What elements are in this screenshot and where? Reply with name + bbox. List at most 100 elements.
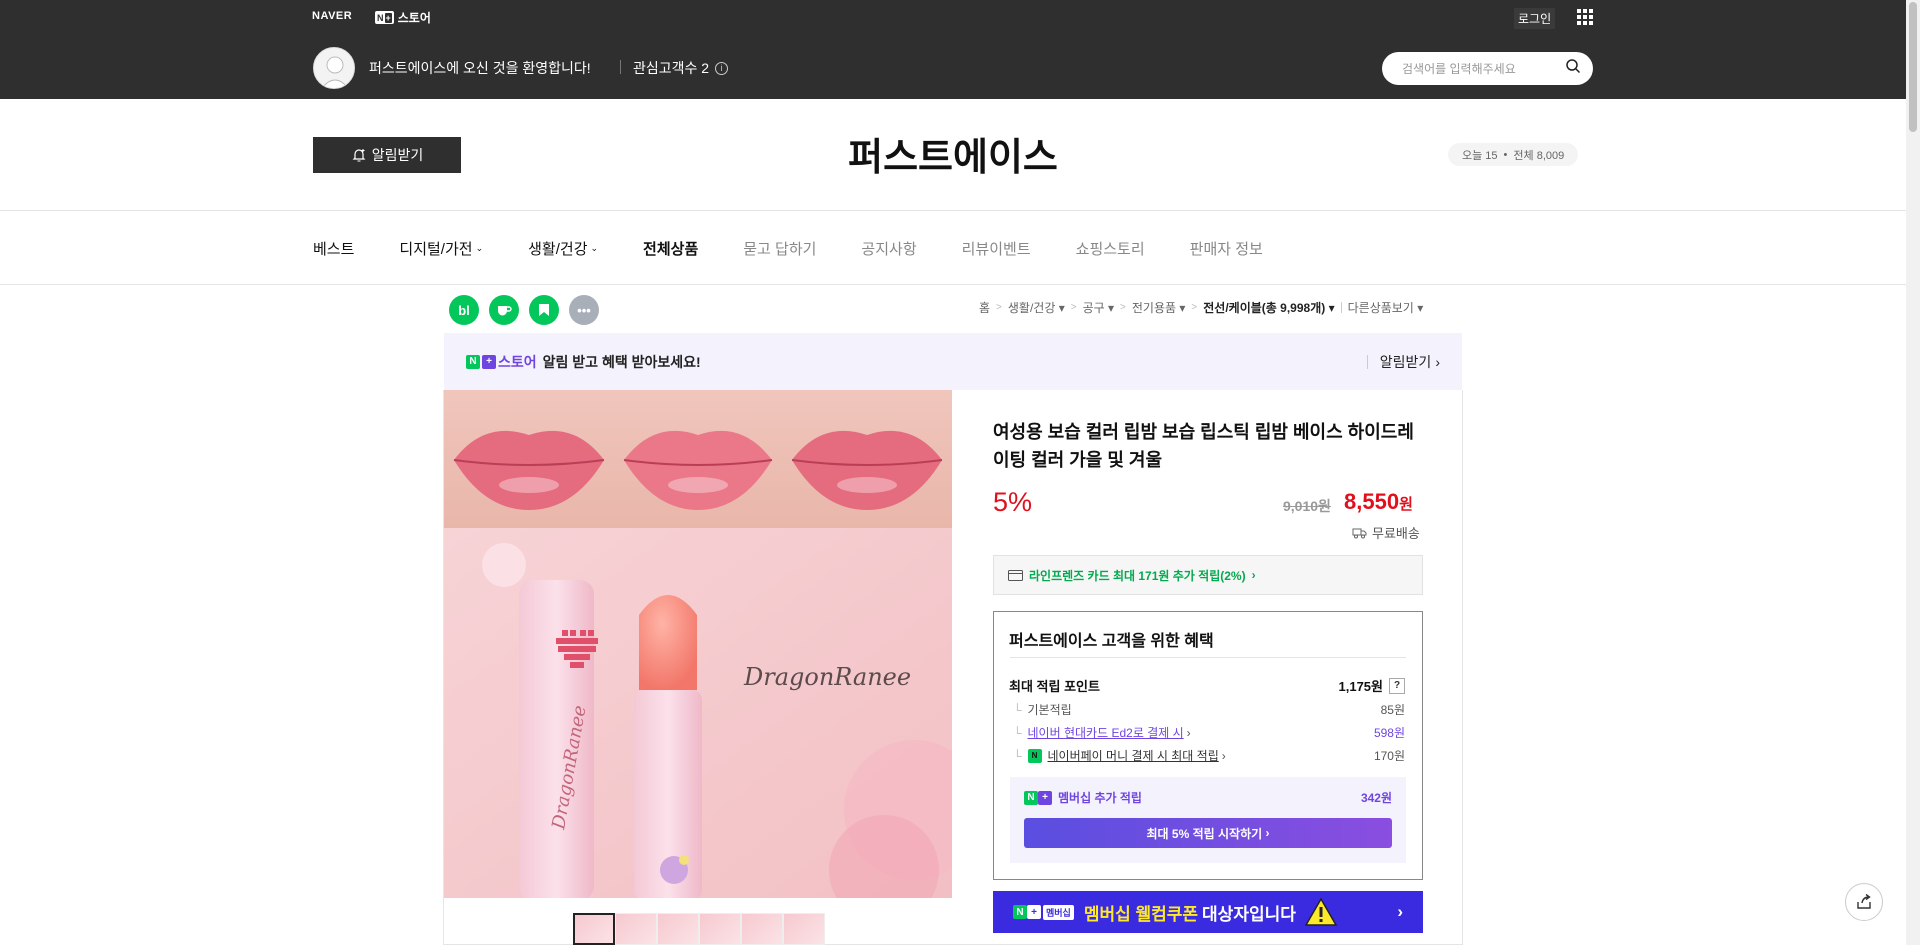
header-rule: [0, 210, 1906, 211]
store-title[interactable]: 퍼스트에이스: [0, 126, 1906, 181]
banner-alarm-link[interactable]: 알림받기 ›: [1366, 352, 1440, 372]
naver-n-icon: N: [466, 354, 480, 369]
nav-item-seller-info[interactable]: 판매자 정보: [1190, 238, 1263, 259]
chevron-right-icon: >: [1191, 302, 1198, 313]
chevron-right-icon: ›: [1251, 568, 1256, 582]
store-avatar: [313, 47, 355, 89]
chevron-down-icon: ⌄: [475, 243, 484, 253]
discount-rate: 5%: [993, 487, 1033, 517]
naver-n-icon: N: [1024, 790, 1038, 805]
banner-divider: [1366, 354, 1368, 369]
chevron-right-icon: ›: [1186, 725, 1191, 740]
nplus-icon: N +: [375, 11, 394, 24]
top-header: [0, 0, 1906, 99]
welcome-coupon-banner[interactable]: N + 멤버십 멤버십 웰컴쿠폰 대상자입니다 ›: [993, 891, 1423, 933]
search-icon[interactable]: [1565, 58, 1581, 79]
breadcrumb-cat2[interactable]: 공구 ▾: [1083, 299, 1114, 316]
thumbnail[interactable]: [573, 913, 615, 945]
nav-item-shopping-story[interactable]: 쇼핑스토리: [1076, 238, 1145, 259]
npay-point-row: └ N 네이버페이 머니 결제 시 최대 적립 › 170원: [1013, 747, 1405, 764]
naver-card-link[interactable]: 네이버 현대카드 Ed2로 결제 시: [1028, 724, 1184, 741]
header-divider: [620, 60, 621, 74]
nav-item-notice[interactable]: 공지사항: [861, 238, 916, 259]
nplus-store-label: 스토어: [397, 11, 431, 25]
visits-total: 전체 8,009: [1513, 149, 1565, 162]
nav-item-qna[interactable]: 묻고 답하기: [743, 238, 816, 259]
thumbnail[interactable]: [741, 913, 783, 945]
shipping-info: 무료배송: [1352, 523, 1420, 542]
membership-start-button[interactable]: 최대 5% 적립 시작하기 ›: [1024, 818, 1392, 848]
nplus-store-link[interactable]: N + 스토어: [375, 9, 431, 26]
coupon-text: 대상자입니다: [1202, 904, 1296, 924]
basic-point-row: └ 기본적립 85원: [1013, 702, 1405, 718]
help-icon[interactable]: ?: [1389, 677, 1405, 694]
share-button[interactable]: [1845, 883, 1883, 921]
search-input[interactable]: [1402, 61, 1565, 76]
nplus-alarm-banner[interactable]: N + 스토어 알림 받고 혜택 받아보세요! 알림받기 ›: [444, 333, 1462, 390]
svg-text:DragonRanee: DragonRanee: [743, 663, 911, 691]
thumbnail[interactable]: [783, 913, 825, 945]
breadcrumb-home[interactable]: 홈: [979, 299, 990, 316]
thumbnail[interactable]: [657, 913, 699, 945]
coupon-highlight: 멤버십 웰컴쿠폰: [1083, 904, 1199, 924]
membership-tag: 멤버십: [1043, 904, 1074, 920]
nav-item-digital[interactable]: 디지털/가전 ⌄: [399, 238, 483, 259]
product-title: 여성용 보습 컬러 립밤 보습 립스틱 립밤 베이스 하이드레이팅 컬러 가을 …: [993, 422, 1414, 470]
visits-today: 오늘 15: [1462, 149, 1498, 162]
dot-separator: •: [1503, 148, 1508, 161]
truck-icon: [1352, 528, 1367, 538]
chevron-right-icon: ›: [1435, 353, 1440, 370]
original-price: 9,010원: [1283, 498, 1331, 514]
nplus-store-brand: N + 스토어: [466, 352, 537, 372]
interest-count: 관심고객수 2 i: [633, 58, 729, 78]
nav-item-review-event[interactable]: 리뷰이벤트: [962, 238, 1031, 259]
other-products-link[interactable]: 다른상품보기 ▾: [1348, 299, 1424, 316]
breadcrumb-cat1[interactable]: 생활/건강 ▾: [1008, 299, 1065, 316]
info-icon[interactable]: i: [715, 61, 729, 75]
nav-item-all-products[interactable]: 전체상품: [643, 238, 698, 259]
thumbnail-strip: [573, 913, 825, 945]
naver-logo[interactable]: NAVER: [312, 10, 352, 22]
breadcrumb-current[interactable]: 전선/케이블(총 9,998개) ▾: [1203, 299, 1334, 316]
chevron-right-icon: >: [996, 302, 1002, 313]
chevron-right-icon: >: [1120, 302, 1126, 313]
tree-branch-icon: └: [1013, 725, 1022, 740]
chevron-right-icon: >: [1070, 302, 1077, 313]
interest-count-label: 관심고객수 2: [633, 60, 710, 76]
chevron-right-icon: ›: [1221, 748, 1226, 763]
naver-n-icon: N: [1013, 905, 1027, 919]
thumbnail[interactable]: [699, 913, 741, 945]
nav-rule: [0, 284, 1906, 285]
blog-share-icon[interactable]: bl: [449, 295, 479, 325]
thumbnail[interactable]: [615, 913, 657, 945]
nav-item-best[interactable]: 베스트: [313, 238, 354, 259]
share-icon: [1857, 893, 1871, 909]
scrollbar-thumb[interactable]: [1909, 2, 1917, 132]
membership-row: N + 멤버십 추가 적립 342원: [1024, 789, 1392, 806]
card-benefit-row[interactable]: 라인프렌즈 카드 최대 171원 추가 적립(2%) ›: [993, 555, 1423, 595]
product-image[interactable]: DragonRanee DragonRanee: [444, 390, 952, 898]
banner-text: 알림 받고 혜택 받아보세요!: [542, 353, 701, 370]
bookmark-share-icon[interactable]: [529, 295, 559, 325]
breadcrumb-cat3[interactable]: 전기용품 ▾: [1132, 299, 1186, 316]
npay-link[interactable]: 네이버페이 머니 결제 시 최대 적립: [1048, 747, 1219, 764]
plus-icon: +: [482, 354, 496, 369]
login-button[interactable]: 로그인: [1514, 8, 1556, 29]
benefit-divider: [1010, 657, 1406, 658]
search-box[interactable]: [1382, 52, 1593, 85]
cafe-share-icon[interactable]: [489, 295, 519, 325]
chevron-right-icon: ›: [1397, 902, 1403, 921]
sale-price: 8,550원: [1344, 489, 1413, 514]
app-grid-icon[interactable]: [1577, 9, 1593, 25]
more-icon[interactable]: •••: [569, 295, 599, 325]
breadcrumb: 홈 > 생활/건강 ▾ > 공구 ▾ > 전기용품 ▾ > 전선/케이블(총 9…: [979, 299, 1423, 316]
max-point-row: 최대 적립 포인트 1,175원 ?: [1009, 676, 1405, 695]
welcome-text: 퍼스트에이스에 오신 것을 환영합니다!: [369, 60, 591, 76]
vertical-scrollbar[interactable]: [1906, 0, 1920, 945]
card-icon: [1008, 569, 1023, 581]
benefit-title: 퍼스트에이스 고객을 위한 혜택: [1009, 633, 1214, 650]
visitor-count: 오늘 15 • 전체 8,009: [1448, 143, 1579, 166]
nav-item-living[interactable]: 생활/건강 ⌄: [528, 238, 598, 259]
plus-icon: +: [1038, 790, 1052, 805]
plus-icon: +: [1027, 905, 1041, 919]
